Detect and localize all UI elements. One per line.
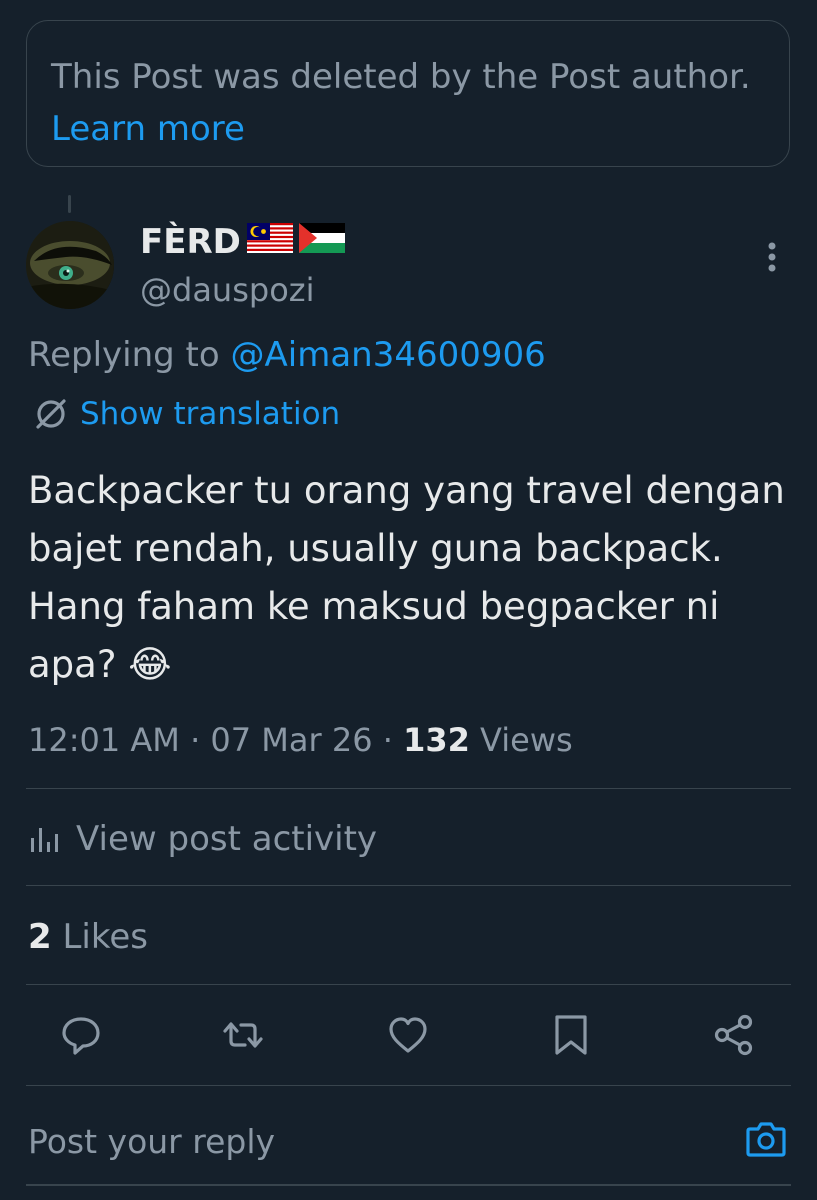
author-display-name[interactable]: FÈRD [140, 222, 345, 262]
replying-to-line: Replying to @Aiman34600906 [28, 333, 546, 377]
post-time: 12:01 AM [28, 721, 180, 759]
replying-to-handle-link[interactable]: @Aiman34600906 [231, 335, 546, 375]
likes-summary[interactable]: 2 Likes [28, 913, 148, 961]
view-post-activity-button[interactable]: View post activity [28, 815, 377, 863]
post-meta: 12:01 AM · 07 Mar 26 · 132 Views [28, 716, 573, 764]
divider [26, 1085, 791, 1086]
share-icon[interactable] [712, 1013, 756, 1057]
deleted-notice-text: This Post was deleted by the Post author… [51, 57, 751, 97]
meta-separator: · [190, 721, 201, 759]
camera-icon[interactable] [744, 1117, 788, 1161]
display-name-text: FÈRD [140, 222, 241, 262]
thread-connector-line [68, 195, 71, 213]
show-translation-button[interactable]: Show translation [32, 392, 340, 436]
divider [26, 788, 791, 789]
replying-to-label: Replying to [28, 335, 220, 375]
reply-input-underline [26, 1184, 791, 1186]
analytics-icon [31, 828, 58, 852]
bookmark-icon[interactable] [549, 1013, 593, 1057]
post-text: Backpacker tu orang yang travel dengan b… [28, 469, 785, 686]
divider [26, 984, 791, 985]
like-heart-icon[interactable] [386, 1013, 430, 1057]
repost-icon[interactable] [221, 1013, 265, 1057]
learn-more-link[interactable]: Learn more [51, 109, 245, 149]
avatar[interactable] [26, 221, 114, 309]
palestine-flag-icon [298, 222, 345, 262]
likes-label: Likes [62, 917, 148, 957]
post-detail-page: This Post was deleted by the Post author… [0, 0, 817, 1200]
avatar-eye-image [26, 221, 114, 309]
show-translation-label: Show translation [80, 396, 341, 432]
author-handle[interactable]: @dauspozi [140, 270, 314, 310]
views-label: Views [480, 721, 573, 759]
divider [26, 885, 791, 886]
meta-separator: · [382, 721, 393, 759]
malaysia-flag-icon [246, 222, 293, 262]
post-date: 07 Mar 26 [210, 721, 373, 759]
deleted-post-notice: This Post was deleted by the Post author… [26, 20, 790, 167]
views-count: 132 [403, 721, 470, 759]
view-post-activity-label: View post activity [76, 819, 378, 859]
likes-count: 2 [28, 917, 52, 957]
reply-icon[interactable] [59, 1013, 103, 1057]
reply-input[interactable]: Post your reply [28, 1118, 275, 1166]
translate-icon [36, 399, 66, 429]
more-options-icon[interactable] [760, 238, 784, 278]
